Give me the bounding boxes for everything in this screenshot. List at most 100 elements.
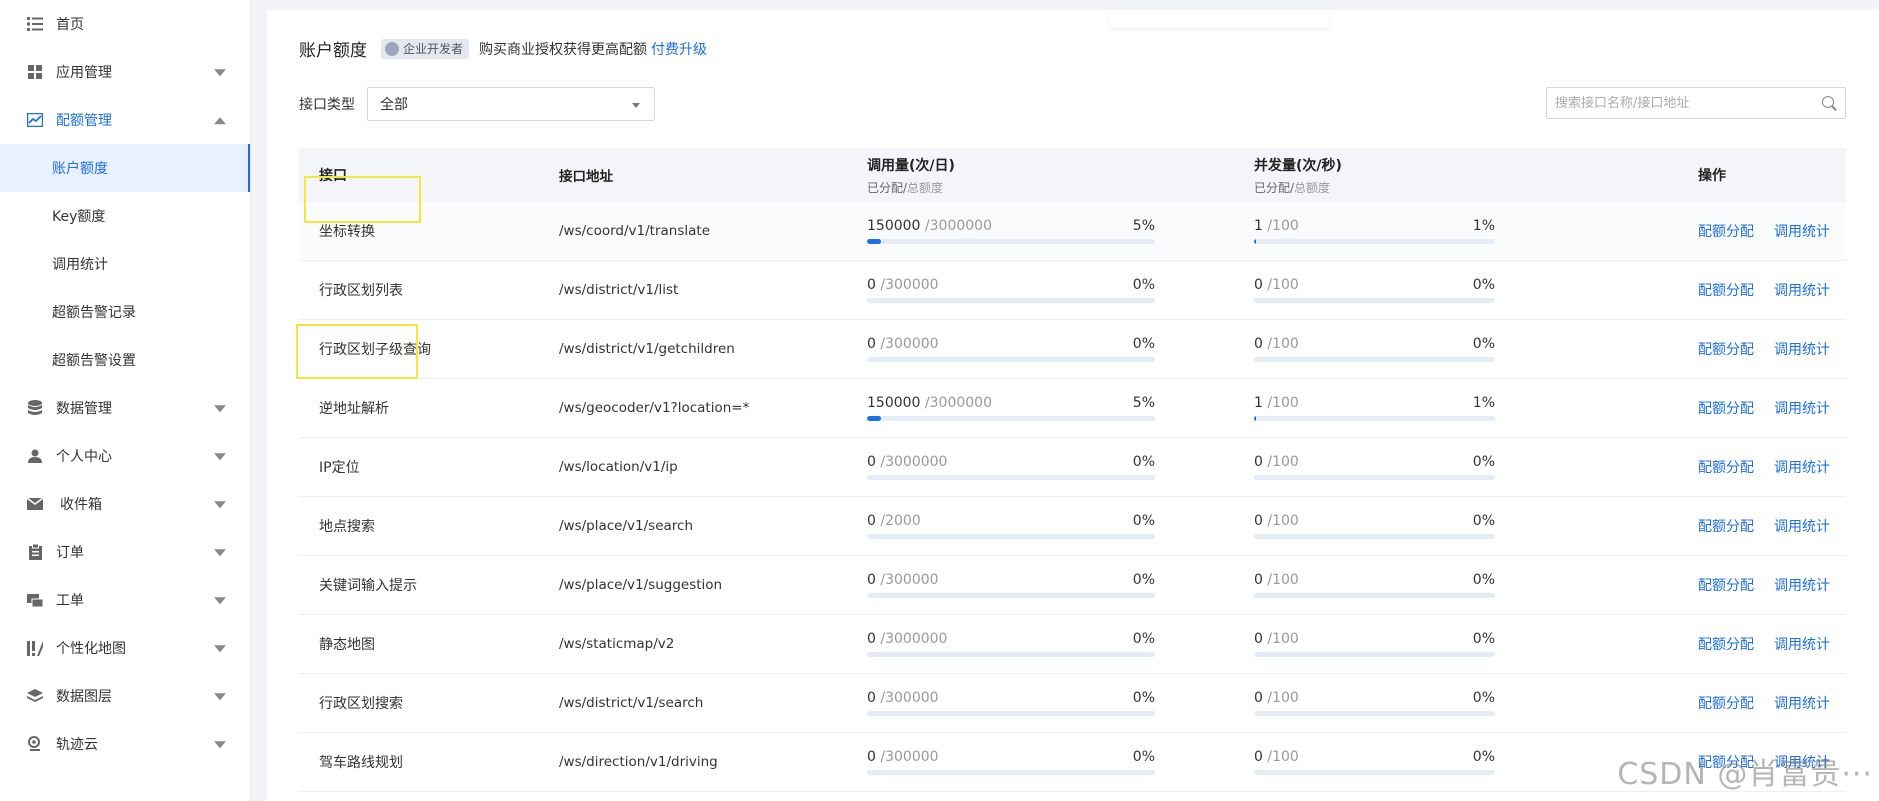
- sidebar-item-data-layers[interactable]: 数据图层: [0, 672, 250, 720]
- call-stats-link[interactable]: 调用统计: [1774, 634, 1830, 654]
- call-stats-link[interactable]: 调用统计: [1774, 398, 1830, 418]
- col-header-api: 接口: [319, 168, 347, 184]
- sidebar-item-custom-map[interactable]: 个性化地图: [0, 624, 250, 672]
- concurrency-usage: 0 /100 0%: [1234, 513, 1698, 539]
- page-header: 账户额度 企业开发者 购买商业授权获得更高配额 付费升级: [299, 36, 707, 61]
- api-address: /ws/district/v1/search: [559, 695, 704, 711]
- calls-percent: 5%: [1132, 218, 1155, 234]
- sidebar-item-inbox[interactable]: 收件箱: [0, 480, 250, 528]
- call-stats-link[interactable]: 调用统计: [1774, 516, 1830, 536]
- call-stats-link[interactable]: 调用统计: [1774, 339, 1830, 359]
- allocate-quota-link[interactable]: 配额分配: [1698, 221, 1754, 241]
- chevron-up-icon: [214, 117, 226, 125]
- api-address: /ws/geocoder/v1?location=*: [559, 400, 750, 416]
- conc-used: 0: [1254, 631, 1263, 647]
- row-actions: 配额分配 调用统计: [1698, 339, 1846, 359]
- table-row: IP定位/ws/location/v1/ip 0 /3000000 0% 0 /100…: [299, 438, 1846, 497]
- page-title: 账户额度: [299, 41, 367, 61]
- concurrency-usage: 0 /100 0%: [1234, 336, 1698, 362]
- table-row: 行政区划搜索/ws/district/v1/search 0 /300000 0% 0…: [299, 674, 1846, 733]
- conc-percent: 0%: [1472, 749, 1495, 765]
- sidebar-subitem-alert-records[interactable]: 超额告警记录: [0, 288, 250, 336]
- sidebar-item-quota-management[interactable]: 配额管理: [0, 96, 250, 144]
- conc-percent: 0%: [1472, 454, 1495, 470]
- allocate-quota-link[interactable]: 配额分配: [1698, 693, 1754, 713]
- conc-progress-fill: [1254, 239, 1257, 244]
- col-header-concurrency: 并发量(次/秒) 已分配/总额度: [1234, 155, 1698, 196]
- sidebar-item-app-management[interactable]: 应用管理: [0, 48, 250, 96]
- col-header-ops: 操作: [1698, 168, 1726, 184]
- calls-usage: 150000 /3000000 5%: [847, 218, 1234, 244]
- allocate-quota-link[interactable]: 配额分配: [1698, 575, 1754, 595]
- user-icon: [26, 447, 44, 465]
- location-icon: [26, 735, 44, 753]
- api-name: 坐标转换: [319, 224, 375, 240]
- sidebar-item-tickets[interactable]: 工单: [0, 576, 250, 624]
- chevron-down-icon: [214, 597, 226, 605]
- calls-total: /3000000: [924, 218, 992, 234]
- call-stats-link[interactable]: 调用统计: [1774, 457, 1830, 477]
- col-header-conc-title: 并发量(次/秒): [1254, 157, 1342, 174]
- calls-percent: 0%: [1132, 513, 1155, 529]
- calls-total: /300000: [880, 690, 939, 706]
- clipboard-icon: [26, 543, 44, 561]
- api-name: 驾车路线规划: [319, 755, 403, 771]
- allocate-quota-link[interactable]: 配额分配: [1698, 280, 1754, 300]
- conc-total: /100: [1267, 631, 1299, 647]
- sidebar-item-data-management[interactable]: 数据管理: [0, 384, 250, 432]
- call-stats-link[interactable]: 调用统计: [1774, 575, 1830, 595]
- calls-usage: 0 /300000 0%: [847, 690, 1234, 716]
- calls-usage: 0 /3000000 0%: [847, 631, 1234, 657]
- concurrency-usage: 0 /100 0%: [1234, 277, 1698, 303]
- allocate-quota-link[interactable]: 配额分配: [1698, 457, 1754, 477]
- conc-used: 0: [1254, 454, 1263, 470]
- calls-progress-bar: [867, 711, 1155, 716]
- api-type-select[interactable]: 全部: [367, 87, 655, 121]
- sidebar-subitem-account-quota[interactable]: 账户额度: [0, 144, 250, 192]
- upgrade-link[interactable]: 付费升级: [651, 39, 707, 59]
- sub-total: 总额度: [907, 180, 944, 195]
- row-actions: 配额分配 调用统计: [1698, 221, 1846, 241]
- calls-used: 150000: [867, 218, 921, 234]
- concurrency-usage: 0 /100 0%: [1234, 631, 1698, 657]
- chevron-down-icon: [214, 405, 226, 413]
- conc-total: /100: [1267, 395, 1299, 411]
- sidebar-item-home[interactable]: 首页: [0, 0, 250, 48]
- allocate-quota-link[interactable]: 配额分配: [1698, 339, 1754, 359]
- conc-percent: 0%: [1472, 336, 1495, 352]
- call-stats-link[interactable]: 调用统计: [1774, 221, 1830, 241]
- call-stats-link[interactable]: 调用统计: [1774, 280, 1830, 300]
- top-tab-fragment: [1109, 10, 1329, 28]
- conc-percent: 0%: [1472, 631, 1495, 647]
- conc-progress-bar: [1254, 770, 1495, 775]
- api-type-filter: 接口类型 全部: [299, 87, 655, 121]
- conc-used: 0: [1254, 572, 1263, 588]
- calls-percent: 0%: [1132, 749, 1155, 765]
- sidebar-subitem-call-stats[interactable]: 调用统计: [0, 240, 250, 288]
- sidebar-item-label: 工单: [56, 593, 84, 609]
- sidebar-item-label: 配额管理: [56, 113, 112, 129]
- sidebar-subitem-key-quota[interactable]: Key额度: [0, 192, 250, 240]
- call-stats-link[interactable]: 调用统计: [1774, 693, 1830, 713]
- conc-progress-bar: [1254, 239, 1495, 244]
- api-address: /ws/coord/v1/translate: [559, 223, 710, 239]
- sidebar-item-orders[interactable]: 订单: [0, 528, 250, 576]
- ticket-icon: [26, 591, 44, 609]
- chevron-down-icon: [214, 741, 226, 749]
- concurrency-usage: 0 /100 0%: [1234, 454, 1698, 480]
- conc-progress-bar: [1254, 475, 1495, 480]
- sidebar-subitem-alert-settings[interactable]: 超额告警设置: [0, 336, 250, 384]
- calls-total: /3000000: [880, 631, 948, 647]
- search-input[interactable]: [1555, 95, 1821, 111]
- search-box: [1546, 87, 1846, 119]
- api-name: 行政区划子级查询: [319, 342, 431, 358]
- sidebar-item-personal-center[interactable]: 个人中心: [0, 432, 250, 480]
- sidebar-item-trajectory-cloud[interactable]: 轨迹云: [0, 720, 250, 768]
- allocate-quota-link[interactable]: 配额分配: [1698, 516, 1754, 536]
- table-row: 坐标转换/ws/coord/v1/translate 150000 /300000…: [299, 202, 1846, 261]
- allocate-quota-link[interactable]: 配额分配: [1698, 398, 1754, 418]
- api-name: 静态地图: [319, 637, 375, 653]
- row-actions: 配额分配 调用统计: [1698, 457, 1846, 477]
- allocate-quota-link[interactable]: 配额分配: [1698, 634, 1754, 654]
- search-icon[interactable]: [1821, 95, 1837, 111]
